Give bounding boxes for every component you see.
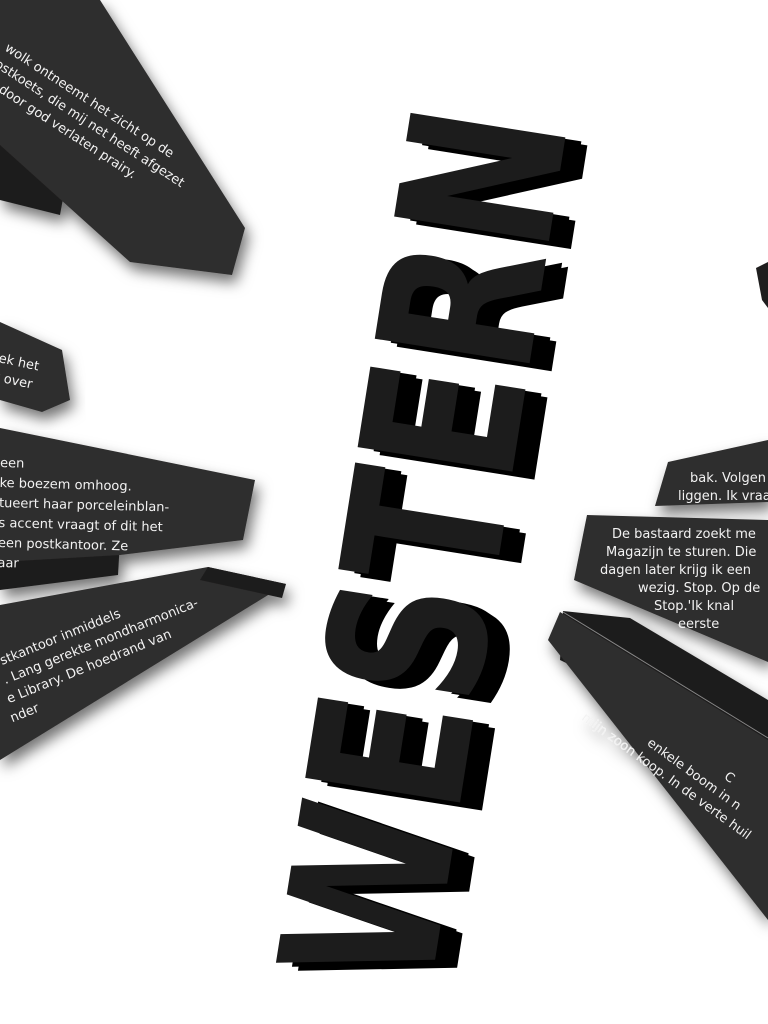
text-panel-1: wolk ontneemt het zicht op de postkoets,…: [0, 0, 245, 275]
panel-text-line: dagen later krijg ik een: [600, 563, 751, 578]
text-panel-3: een ke boezem omhoog. tueert haar porcel…: [0, 428, 255, 590]
title-western: WESTERN WESTERN WESTERN: [232, 92, 640, 1008]
text-panel-4: stkantoor inmiddels . Lang gerekte mondh…: [0, 567, 286, 760]
text-panel-2: ek het t over: [0, 322, 70, 412]
panel-text-line: aar: [0, 556, 20, 572]
panel-text-line: Stop.'Ik knal: [654, 599, 734, 614]
panel-text-line: liggen. Ik vraa: [678, 489, 768, 504]
panel-text-line: De bastaard zoekt me: [612, 527, 756, 542]
artwork-canvas: wolk ontneemt het zicht op de postkoets,…: [0, 0, 768, 1008]
panel-text-line: bak. Volgen: [690, 471, 766, 486]
panel-text-line: een: [0, 456, 25, 472]
panel-text-line: Magazijn te sturen. Die: [606, 545, 756, 560]
panel-text-line: wezig. Stop. Op de: [638, 581, 760, 596]
text-panel-5: bak. Volgen liggen. Ik vraa: [655, 440, 768, 506]
panel-fragment: [756, 262, 768, 308]
text-panel-7: C enkele boom in n mijn zoon koop. In de…: [548, 611, 768, 920]
panel-text-line: eerste: [678, 617, 719, 632]
